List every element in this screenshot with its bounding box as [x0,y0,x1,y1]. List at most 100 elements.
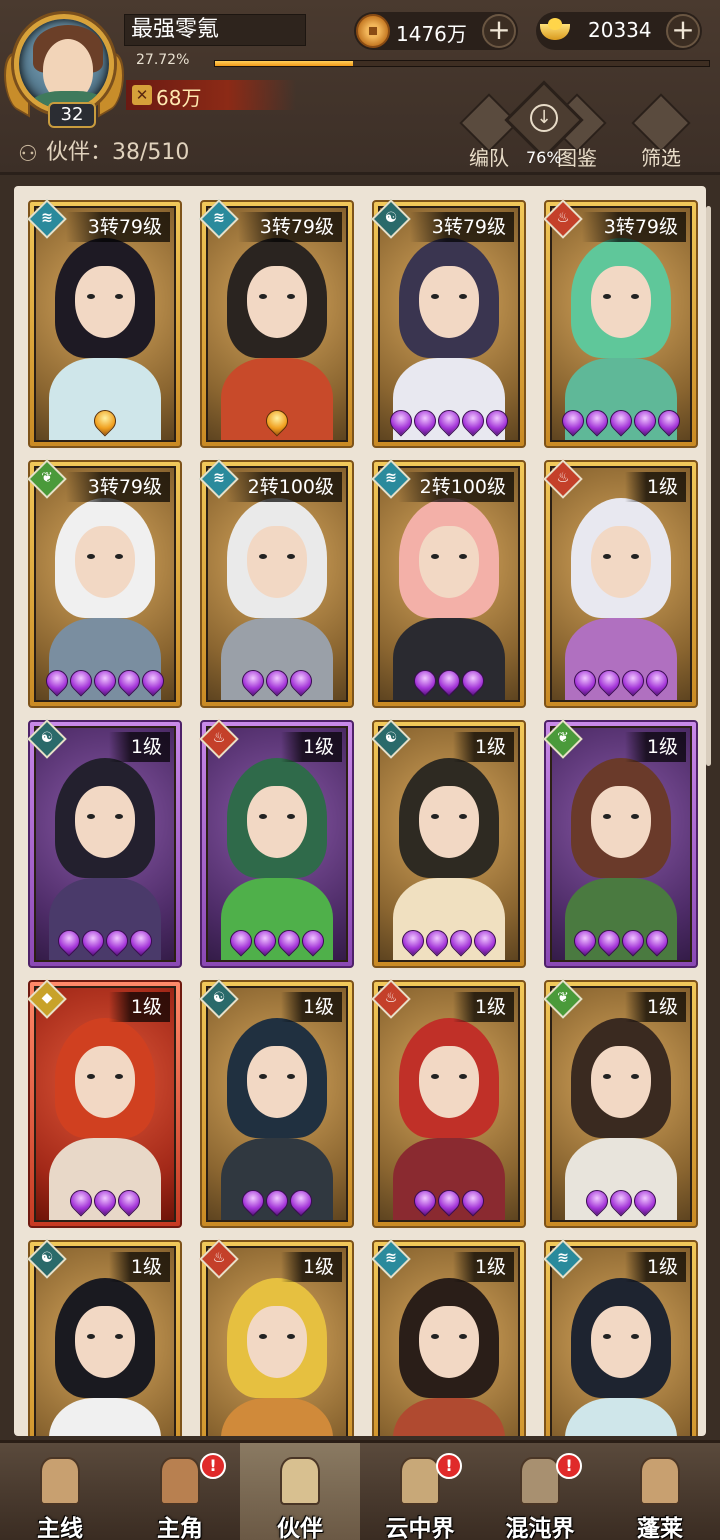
partner-card[interactable]: 1级 ◆ [27,979,182,1228]
nav-tab-5[interactable]: 蓬莱 [600,1443,720,1540]
nav-tab-1[interactable]: 主角! [120,1443,240,1540]
purple-star-icon [225,925,257,957]
partner-card[interactable]: 2转100级 ≋ [199,459,354,708]
partner-card[interactable]: 3转79级 ❦ [27,459,182,708]
nav-tab-2[interactable]: 伙伴 [240,1443,360,1540]
add-copper-button[interactable]: + [482,14,516,48]
nav-label: 混沌界 [505,1516,575,1540]
dark-element-icon: ☯ [199,979,239,1019]
partner-card[interactable]: 3转79级 ☯ [371,199,526,448]
purple-star-icon [641,665,673,697]
partner-card[interactable]: 1级 ☯ [199,979,354,1228]
copper-coin-icon [356,14,390,48]
partner-portrait: 1级 [378,726,520,962]
nav-label: 主线 [37,1516,83,1540]
partner-grid: 3转79级 ≋ 3转79级 ≋ 3转79级 ☯ 3转79级 ♨ 3转79级 ❦ 2转100级 ≋ 2转1… [14,186,706,1436]
purple-star-icon [261,665,293,697]
partner-stars [552,925,690,957]
partner-level: 3转79级 [65,212,170,242]
partner-card[interactable]: 3转79级 ♨ [543,199,698,448]
power-value: 68万 [156,86,202,110]
purple-star-icon [113,665,145,697]
gold-ingot-icon [538,14,572,48]
partner-portrait: 1级 [34,726,176,962]
player-avatar[interactable]: 32 [4,8,124,128]
partner-level: 3转79级 [581,212,686,242]
exp-bar: 27.72% [130,52,710,70]
purple-star-icon [469,925,501,957]
purple-star-icon [237,1185,269,1217]
grid-scrollbar[interactable] [706,206,711,766]
purple-star-icon [433,1185,465,1217]
partner-card[interactable]: 1级 ☯ [27,1239,182,1436]
purple-star-icon [285,665,317,697]
partner-level: 1级 [452,992,514,1022]
partner-screen: 32 最强零氪 27.72% ✕ 68万 1476万 + 20334 + ⚇ 伙伴… [0,0,720,1540]
partner-stars [380,405,518,437]
water-element-icon: ≋ [371,459,411,499]
partner-card[interactable]: 3转79级 ≋ [27,199,182,448]
partner-card[interactable]: 2转100级 ≋ [371,459,526,708]
copper-value: 1476万 [396,22,467,46]
partner-card[interactable]: 3转79级 ≋ [199,199,354,448]
purple-star-icon [593,665,625,697]
partner-card[interactable]: 1级 ☯ [371,719,526,968]
partner-card[interactable]: 1级 ♨ [371,979,526,1228]
partner-card[interactable]: 1级 ☯ [27,719,182,968]
partner-count-value: 38/510 [112,140,190,165]
nav-tab-4[interactable]: 混沌界! [480,1443,600,1540]
alert-badge-icon: ! [436,1453,462,1479]
partner-card[interactable]: 1级 ♨ [199,1239,354,1436]
formation-button[interactable]: 编队 [459,93,519,170]
flame-star-icon [89,405,121,437]
fire-element-icon: ♨ [199,1239,239,1279]
water-element-icon: ≋ [543,1239,583,1279]
partner-level: 1级 [624,732,686,762]
purple-star-icon [77,925,109,957]
penglai-palace-icon [634,1453,686,1509]
bottom-nav: 主线 主角! 伙伴 云中界! 混沌界! 蓬莱 [0,1440,720,1540]
dark-element-icon: ☯ [27,1239,67,1279]
partner-stars [208,405,346,437]
player-level-badge: 32 [48,102,96,128]
partner-level: 1级 [624,992,686,1022]
purple-star-icon [137,665,169,697]
fire-element-icon: ♨ [543,199,583,239]
purple-star-icon [433,665,465,697]
partner-portrait: 1级 [206,726,348,962]
partner-group-icon: ⚇ [18,142,38,167]
purple-star-icon [409,405,441,437]
purple-star-icon [593,925,625,957]
purple-star-icon [605,405,637,437]
water-element-icon: ≋ [199,199,239,239]
partner-level: 1级 [108,732,170,762]
exp-percent: 27.72% [136,52,190,68]
add-ingot-button[interactable]: + [666,14,700,48]
purple-star-icon [409,665,441,697]
partner-stars [552,405,690,437]
exp-track [214,60,710,67]
partner-level: 1级 [452,1252,514,1282]
purple-star-icon [457,665,489,697]
partner-card[interactable]: 1级 ≋ [543,1239,698,1436]
player-name: 最强零氪 [124,14,306,46]
partner-stars [36,1185,174,1217]
partner-card[interactable]: 1级 ♨ [543,459,698,708]
partner-card[interactable]: 1级 ≋ [371,1239,526,1436]
partner-portrait: 1级 [378,986,520,1222]
purple-star-icon [53,925,85,957]
purple-star-icon [569,925,601,957]
purple-star-icon [273,925,305,957]
avatar-portrait [14,14,114,114]
nav-tab-0[interactable]: 主线 [0,1443,120,1540]
partner-portrait: 1级 [34,986,176,1222]
partner-card[interactable]: 1级 ❦ [543,719,698,968]
partner-stars [208,925,346,957]
top-header: 32 最强零氪 27.72% ✕ 68万 1476万 + 20334 + ⚇ 伙伴… [0,0,720,175]
partner-card[interactable]: 1级 ♨ [199,719,354,968]
partner-card[interactable]: 1级 ❦ [543,979,698,1228]
nav-label: 蓬莱 [637,1516,683,1540]
nav-tab-3[interactable]: 云中界! [360,1443,480,1540]
partner-portrait: 1级 [206,986,348,1222]
filter-button[interactable]: 筛选 [631,93,691,170]
